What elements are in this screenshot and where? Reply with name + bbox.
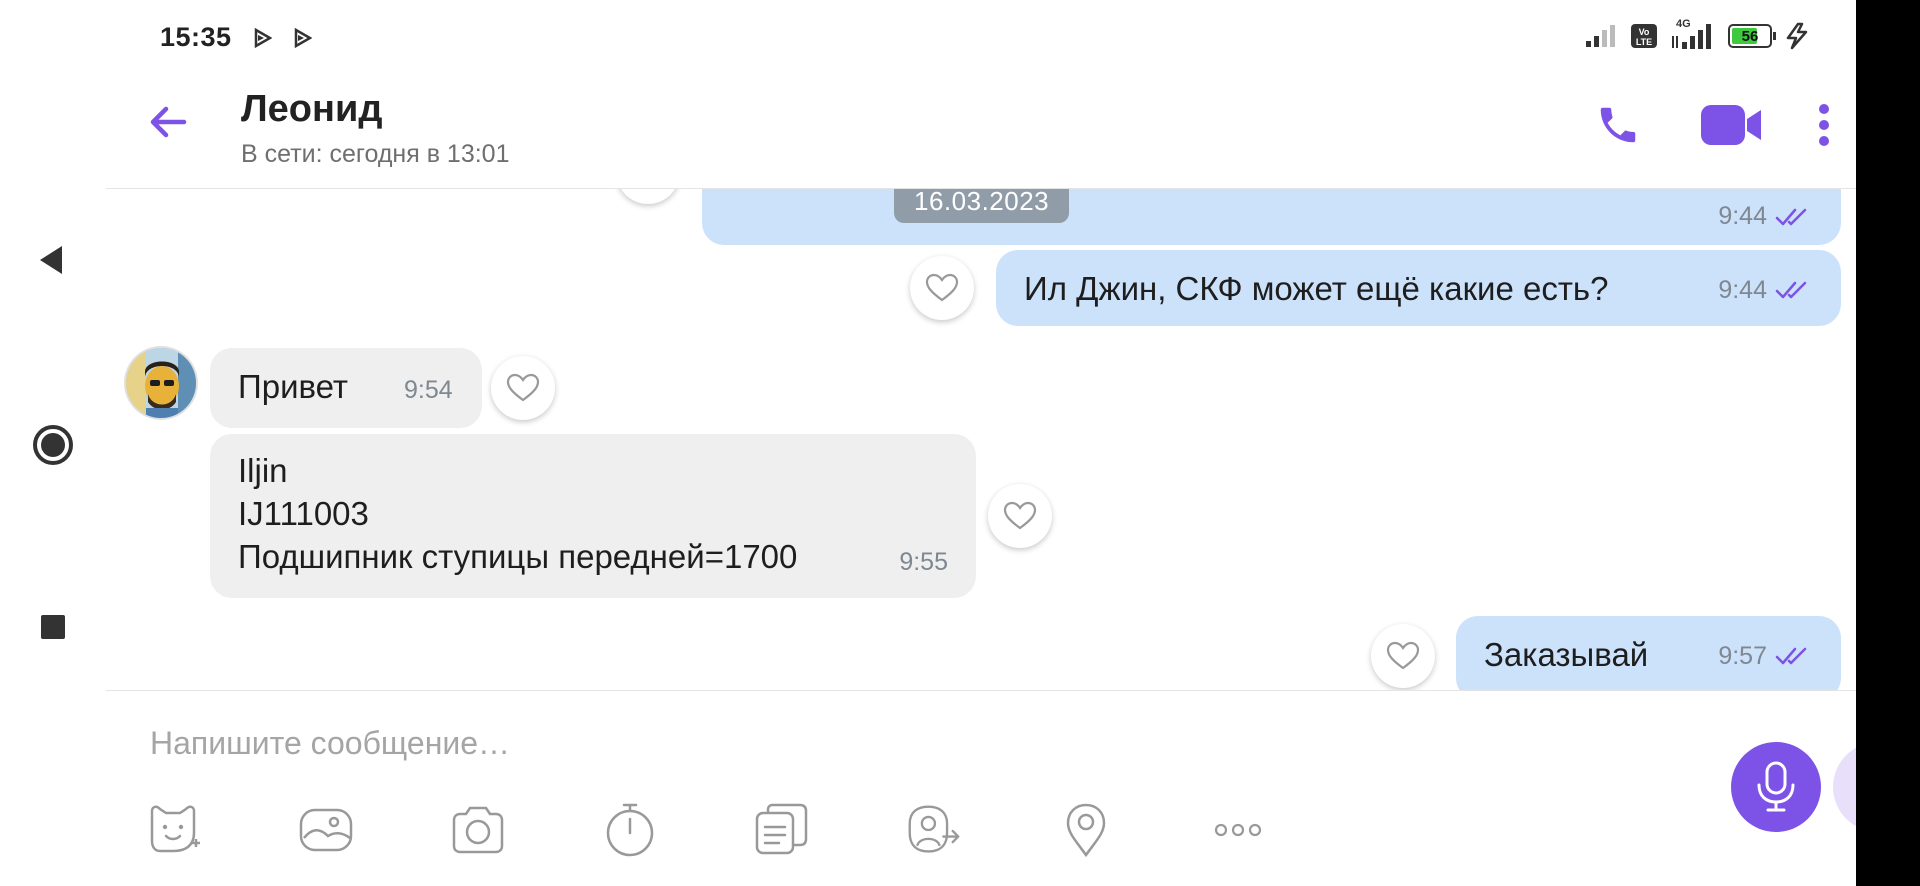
gallery-button[interactable] xyxy=(298,800,354,860)
signal-bars-icon xyxy=(1672,24,1711,49)
battery-icon: 56 xyxy=(1728,24,1776,48)
message-bubble-outgoing[interactable]: 9:44 xyxy=(702,188,1841,245)
more-horizontal-icon xyxy=(1214,823,1262,837)
share-contact-button[interactable] xyxy=(906,800,962,860)
presence-status: В сети: сегодня в 13:01 xyxy=(241,140,510,168)
share-contact-icon xyxy=(908,805,960,853)
sticker-icon xyxy=(150,805,200,853)
timer-button[interactable] xyxy=(602,800,658,860)
back-button[interactable] xyxy=(146,100,190,149)
triangle-back-icon xyxy=(40,246,62,274)
square-recents-icon xyxy=(41,615,65,639)
message-line: IJ111003 xyxy=(238,495,369,532)
gallery-icon xyxy=(299,808,353,852)
status-icons: Vo LTE 4G 56 xyxy=(1584,18,1810,50)
phone-icon xyxy=(1600,107,1636,143)
avatar-image xyxy=(126,348,196,418)
message-bubble-outgoing[interactable]: Ил Джин, СКФ может ещё какие есть? 9:44 xyxy=(996,250,1841,326)
message-bubble-outgoing[interactable]: Заказывай 9:57 xyxy=(1456,616,1841,690)
double-check-icon xyxy=(1775,647,1807,665)
message-text: Заказывай xyxy=(1484,636,1649,673)
contact-name[interactable]: Леонид xyxy=(241,88,382,131)
chat-header: Леонид В сети: сегодня в 13:01 xyxy=(106,70,1856,189)
signal-icon xyxy=(1586,25,1615,47)
mobile-data-icon: 4G xyxy=(1670,18,1716,50)
message-bubble-incoming[interactable]: Привет 9:54 xyxy=(210,348,482,428)
svg-text:Vo: Vo xyxy=(1639,27,1650,37)
video-camera-icon xyxy=(1701,105,1761,145)
battery-level: 56 xyxy=(1741,27,1759,45)
sticker-button[interactable] xyxy=(146,800,202,860)
circle-home-icon xyxy=(33,425,73,465)
play-notification-icons xyxy=(252,28,312,48)
message-time: 9:44 xyxy=(1718,202,1767,230)
video-call-button[interactable] xyxy=(1696,100,1766,150)
more-vertical-icon xyxy=(1819,104,1829,146)
system-nav-bar xyxy=(0,0,106,886)
double-check-icon xyxy=(1775,208,1807,226)
message-input[interactable]: Напишите сообщение… xyxy=(150,725,510,762)
notes-icon xyxy=(755,803,808,855)
screen-edge xyxy=(1856,0,1920,886)
like-button[interactable] xyxy=(988,484,1052,548)
play-store-icon xyxy=(254,28,272,48)
like-button[interactable] xyxy=(910,256,974,320)
notes-button[interactable] xyxy=(754,800,810,860)
message-time: 9:44 xyxy=(1718,276,1767,304)
location-icon xyxy=(1066,803,1106,858)
location-button[interactable] xyxy=(1058,800,1114,860)
avatar[interactable] xyxy=(126,348,196,418)
message-time: 9:55 xyxy=(899,548,948,576)
nav-recents-button[interactable] xyxy=(38,612,68,642)
play-store-icon xyxy=(294,28,312,48)
heart-icon xyxy=(506,373,540,402)
timer-icon xyxy=(606,803,654,857)
composer-toolbar xyxy=(146,800,1296,862)
like-button[interactable] xyxy=(1371,624,1435,688)
arrow-left-icon xyxy=(150,106,187,138)
header-actions xyxy=(1588,100,1856,150)
message-time: 9:54 xyxy=(404,376,453,404)
like-button[interactable] xyxy=(491,356,555,420)
nav-home-button[interactable] xyxy=(30,422,76,468)
double-check-icon xyxy=(1775,281,1807,299)
camera-icon xyxy=(452,806,504,854)
date-separator: 16.03.2023 xyxy=(894,188,1070,223)
heart-icon xyxy=(1003,501,1037,530)
message-text: Привет xyxy=(238,368,349,405)
message-line: Подшипник ступицы передней=1700 xyxy=(238,538,798,575)
composer-divider xyxy=(106,690,1856,691)
message-time: 9:57 xyxy=(1718,642,1767,670)
microphone-icon xyxy=(1757,761,1795,812)
like-button[interactable] xyxy=(616,188,680,204)
charging-icon xyxy=(1786,22,1808,50)
call-button[interactable] xyxy=(1588,100,1648,150)
heart-icon xyxy=(925,273,959,302)
more-options-button[interactable] xyxy=(1812,100,1836,150)
message-bubble-incoming[interactable]: Iljin IJ111003 Подшипник ступицы передне… xyxy=(210,434,976,598)
message-text: Ил Джин, СКФ может ещё какие есть? xyxy=(1024,270,1609,307)
heart-icon xyxy=(1386,641,1420,670)
svg-text:LTE: LTE xyxy=(1636,37,1652,47)
nav-back-button[interactable] xyxy=(36,240,66,280)
voice-message-button[interactable] xyxy=(1731,742,1821,832)
volte-icon: VoLTE xyxy=(1631,24,1657,48)
message-line: Iljin xyxy=(238,452,288,489)
camera-button[interactable] xyxy=(450,800,506,860)
message-list[interactable]: 9:44 16.03.2023 Ил Джин, СКФ может ещё к… xyxy=(106,188,1856,690)
status-time: 15:35 xyxy=(160,22,232,52)
more-attachments-button[interactable] xyxy=(1210,800,1266,860)
